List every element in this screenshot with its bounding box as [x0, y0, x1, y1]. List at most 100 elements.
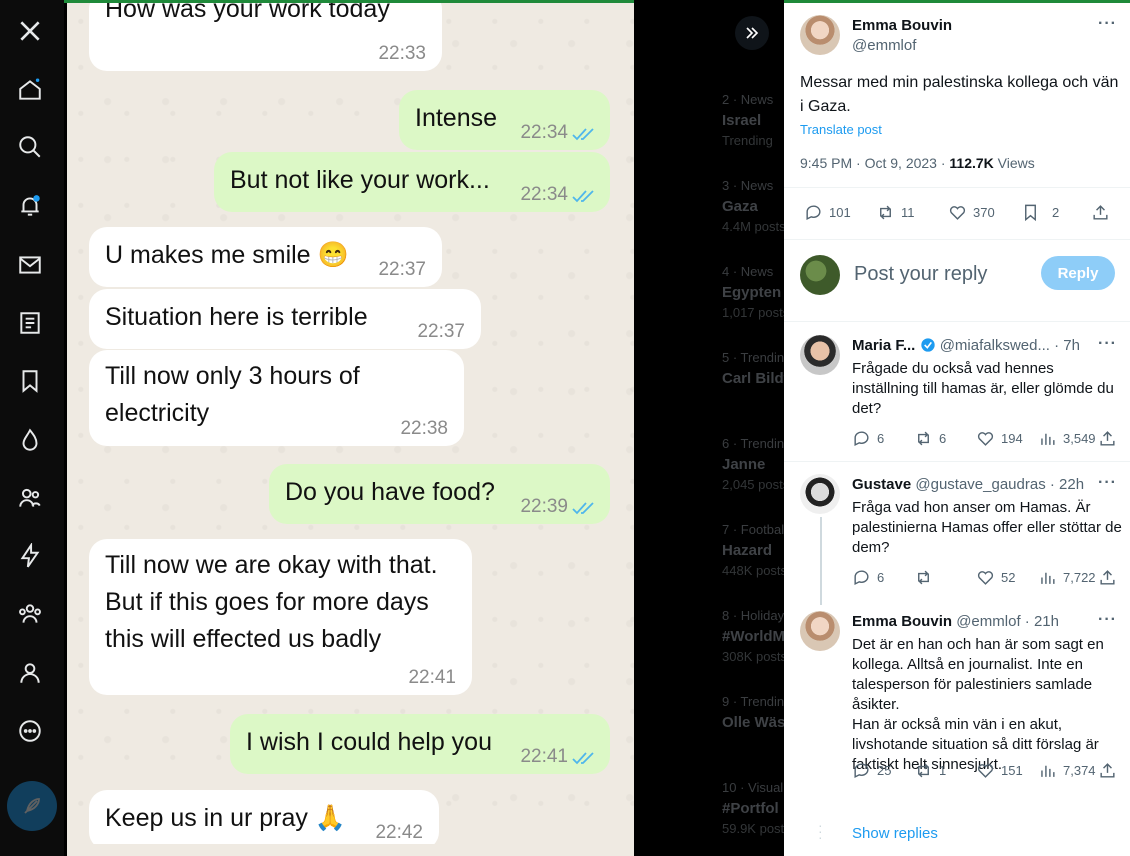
reply-age[interactable]: · 22h [1050, 476, 1084, 493]
trend-posts: Trending [722, 133, 773, 148]
trend-item[interactable]: 9 · Trending Olle Wäs [722, 694, 784, 735]
timestamp-text[interactable]: 9:45 PM · Oct 9, 2023 · [800, 155, 949, 171]
bookmarks-icon[interactable] [16, 367, 44, 395]
reply-count: 6 [877, 570, 885, 585]
avatar[interactable] [800, 611, 840, 651]
repost-action[interactable]: 11 [876, 203, 915, 222]
avatar[interactable] [800, 474, 840, 514]
reply-header: Emma Bouvin @emmlof · 21h [852, 613, 1059, 630]
message-text: How was your work today [105, 3, 390, 23]
like-action[interactable]: 52 [976, 568, 1015, 587]
notifications-bell-icon[interactable] [16, 192, 44, 220]
avatar[interactable] [800, 15, 840, 55]
expand-chevrons-icon[interactable] [735, 16, 769, 50]
views-action[interactable]: 7,722 [1038, 568, 1096, 587]
share-icon [1100, 431, 1115, 446]
communities-flame-icon[interactable] [16, 426, 44, 454]
reply-compose-input[interactable]: Post your reply [854, 263, 987, 286]
repost-action[interactable]: 6 [914, 429, 946, 448]
search-icon[interactable] [16, 133, 44, 161]
reply-action[interactable]: 25 [852, 761, 891, 780]
people-icon[interactable] [16, 484, 44, 512]
reply-count: 6 [877, 431, 885, 446]
trend-item[interactable]: 3 · News Gaza 4.4M posts [722, 178, 784, 234]
trend-item[interactable]: 2 · News Israel Trending [722, 92, 784, 148]
reply-text: Det är en han och han är som sagt en kol… [852, 636, 1104, 773]
divider [784, 239, 1130, 240]
trend-meta: 3 · News [722, 178, 774, 193]
more-options-icon[interactable]: ··· [1098, 474, 1117, 492]
trend-item[interactable]: 10 · Visual #Portfol 59.9K posts [722, 780, 784, 836]
trend-item[interactable]: 7 · Football Hazard 448K posts [722, 522, 784, 578]
reply-tweet[interactable]: Maria F... @miafalkswed... · 7h ··· Frågad… [784, 333, 1130, 459]
repost-count: 6 [939, 431, 947, 446]
share-action[interactable] [1098, 568, 1117, 587]
outgoing-message-bubble: Intense 22:34 [399, 90, 610, 150]
reply-action[interactable]: 6 [852, 568, 884, 587]
reply-author-handle[interactable]: @gustave_gaudras [915, 476, 1045, 493]
like-action[interactable]: 370 [948, 203, 995, 222]
trend-name: Janne [722, 456, 766, 473]
show-replies-link[interactable]: Show replies [852, 825, 938, 842]
incoming-message-bubble: How was your work today 22:33 [89, 3, 442, 71]
reply-age[interactable]: · 7h [1054, 337, 1080, 354]
reply-action[interactable]: 101 [804, 203, 851, 222]
reply-author-handle[interactable]: @emmlof [956, 613, 1020, 630]
share-action[interactable] [1098, 761, 1117, 780]
trend-name: Egypten [722, 284, 782, 301]
thread-dots: · · · [818, 817, 823, 845]
views-chart-icon [1041, 433, 1055, 445]
more-circle-icon[interactable] [16, 717, 44, 745]
premium-bolt-icon[interactable] [16, 542, 44, 570]
trend-item[interactable]: 5 · Trending Carl Bildt [722, 350, 784, 391]
views-action[interactable]: 3,549 [1038, 429, 1096, 448]
trend-item[interactable]: 8 · Holiday #WorldM 308K posts [722, 608, 784, 664]
lists-icon[interactable] [16, 309, 44, 337]
reply-author-name[interactable]: Maria F... [852, 337, 915, 354]
more-options-icon[interactable]: ··· [1098, 611, 1117, 629]
profile-icon[interactable] [16, 659, 44, 687]
avatar[interactable] [800, 335, 840, 375]
compose-post-button[interactable] [7, 781, 57, 831]
share-action[interactable] [1091, 203, 1110, 222]
reply-tweet[interactable]: Emma Bouvin @emmlof · 21h ··· Det är en ha… [784, 609, 1130, 791]
views-count: 3,549 [1063, 431, 1096, 446]
repost-action[interactable]: 1 [914, 761, 946, 780]
incoming-message-bubble: Till now we are okay with that. But if t… [89, 539, 472, 695]
groups-icon[interactable] [16, 600, 44, 628]
home-icon[interactable] [16, 76, 44, 104]
trend-meta: 9 · Trending [722, 694, 784, 709]
more-options-icon[interactable]: ··· [1098, 15, 1117, 33]
trend-posts: 4.4M posts [722, 219, 784, 234]
messages-mail-icon[interactable] [16, 251, 44, 279]
trend-meta: 2 · News [722, 92, 774, 107]
reply-author-name[interactable]: Emma Bouvin [852, 613, 952, 630]
tweet-author-handle[interactable]: @emmlof [852, 37, 916, 54]
x-logo-icon[interactable] [16, 17, 44, 45]
like-count: 52 [1001, 570, 1016, 585]
reply-action[interactable]: 6 [852, 429, 884, 448]
message-text: Till now we are okay with that. But if t… [105, 551, 438, 653]
views-action[interactable]: 7,374 [1038, 761, 1096, 780]
share-action[interactable] [1098, 429, 1117, 448]
tweet-author-name[interactable]: Emma Bouvin [852, 17, 952, 34]
bookmark-action[interactable]: 2 [1021, 203, 1059, 222]
reply-author-name[interactable]: Gustave [852, 476, 911, 493]
translate-post-link[interactable]: Translate post [800, 122, 882, 137]
like-action[interactable]: 151 [976, 761, 1023, 780]
reply-age[interactable]: · 21h [1025, 613, 1059, 630]
trend-name: Hazard [722, 542, 773, 559]
chat-screenshot-image[interactable]: How was your work today 22:33 Intense 22:34… [67, 3, 634, 856]
reply-author-handle[interactable]: @miafalkswed... [940, 337, 1050, 354]
reply-tweet[interactable]: Gustave @gustave_gaudras · 22h ··· Fråga v… [784, 472, 1130, 598]
more-options-icon[interactable]: ··· [1098, 335, 1117, 353]
trend-item[interactable]: 4 · News Egypten 1,017 posts [722, 264, 784, 320]
message-text: But not like your work... [230, 166, 490, 194]
avatar[interactable] [800, 255, 840, 295]
views-label: Views [993, 155, 1035, 171]
like-count: 194 [1001, 431, 1023, 446]
like-action[interactable]: 194 [976, 429, 1023, 448]
repost-action[interactable] [914, 568, 939, 587]
reply-button[interactable]: Reply [1041, 256, 1115, 290]
trend-item[interactable]: 6 · Trending Janne 2,045 posts [722, 436, 784, 492]
